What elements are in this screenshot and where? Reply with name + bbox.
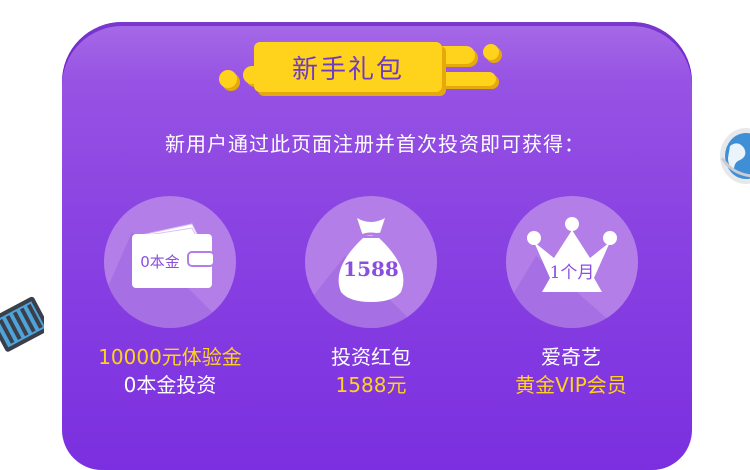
wallet-icon-label: 0本金 <box>140 253 180 271</box>
reward-1-line1: 10000元体验金 <box>98 345 242 369</box>
reward-3-line2: 黄金VIP会员 <box>515 373 627 397</box>
crown-icon: 1个月 <box>506 217 638 328</box>
reward-1-line2: 0本金投资 <box>123 373 217 397</box>
reward-label-3: 爱奇艺 黄金VIP会员 <box>461 343 681 399</box>
reward-circle-crown: 1个月 <box>506 196 638 328</box>
wallet-icon: 0本金 <box>104 223 236 328</box>
reward-circle-bag: 1588 <box>305 196 437 328</box>
reward-3-line1: 爱奇艺 <box>541 345 601 369</box>
crown-label: 1个月 <box>550 263 595 283</box>
title-banner: 新手礼包 <box>254 42 442 92</box>
money-bag-icon: 1588 <box>305 218 437 328</box>
reward-label-2: 投资红包 1588元 <box>261 343 481 399</box>
reward-2-line1: 投资红包 <box>331 345 411 369</box>
banner-decoration <box>219 70 237 88</box>
banner-decoration <box>483 44 499 60</box>
film-clapper-icon <box>0 296 44 352</box>
reward-2-line2: 1588元 <box>335 373 407 397</box>
reward-circle-wallet: 0本金 <box>104 196 236 328</box>
subtitle: 新用户通过此页面注册并首次投资即可获得： <box>165 132 585 156</box>
money-bag-label: 1588 <box>343 257 399 281</box>
reward-label-1: 10000元体验金 0本金投资 <box>60 343 280 399</box>
page-title: 新手礼包 <box>291 54 404 85</box>
